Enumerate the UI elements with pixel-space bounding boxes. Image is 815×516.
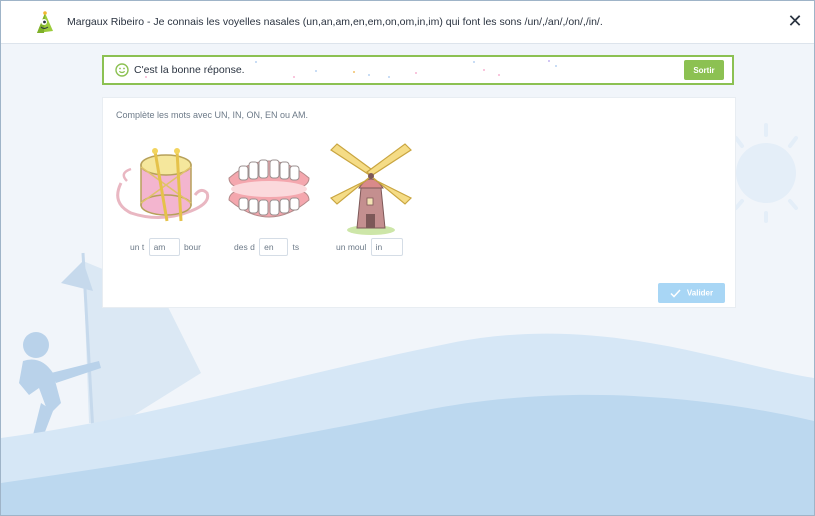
- windmill-illustration: [329, 143, 413, 235]
- validate-label: Valider: [686, 288, 714, 298]
- feedback-banner: C'est la bonne réponse. Sortir: [102, 55, 734, 85]
- word-row-windmill: un moul: [336, 238, 405, 258]
- exercise-card: Complète les mots avec UN, IN, ON, EN ou…: [102, 97, 736, 308]
- title-bar: Margaux Ribeiro - Je connais les voyelle…: [1, 1, 814, 44]
- answer-input-teeth[interactable]: [259, 238, 289, 256]
- word-row-teeth: des d ts: [234, 238, 299, 258]
- validate-button[interactable]: Valider: [658, 283, 725, 303]
- exit-button[interactable]: Sortir: [684, 60, 724, 80]
- word-suffix: ts: [292, 242, 300, 252]
- close-icon[interactable]: ✕: [785, 11, 805, 31]
- word-suffix: bour: [183, 242, 201, 252]
- answer-input-drum[interactable]: [148, 238, 180, 256]
- exercise-instruction: Complète les mots avec UN, IN, ON, EN ou…: [116, 110, 309, 120]
- answer-input-windmill[interactable]: [370, 238, 403, 256]
- word-row-drum: un t bour: [130, 238, 201, 258]
- word-prefix: un t: [130, 242, 145, 252]
- teeth-illustration: [228, 159, 310, 218]
- check-icon: [670, 289, 681, 298]
- feedback-message: C'est la bonne réponse.: [134, 64, 245, 76]
- word-prefix: des d: [234, 242, 255, 252]
- exercise-window: Margaux Ribeiro - Je connais les voyelle…: [0, 0, 815, 516]
- drum-illustration: [116, 148, 210, 222]
- smiley-icon: [115, 63, 129, 77]
- window-title: Margaux Ribeiro - Je connais les voyelle…: [67, 16, 603, 28]
- word-prefix: un moul: [336, 242, 367, 252]
- app-logo-icon: [37, 11, 53, 33]
